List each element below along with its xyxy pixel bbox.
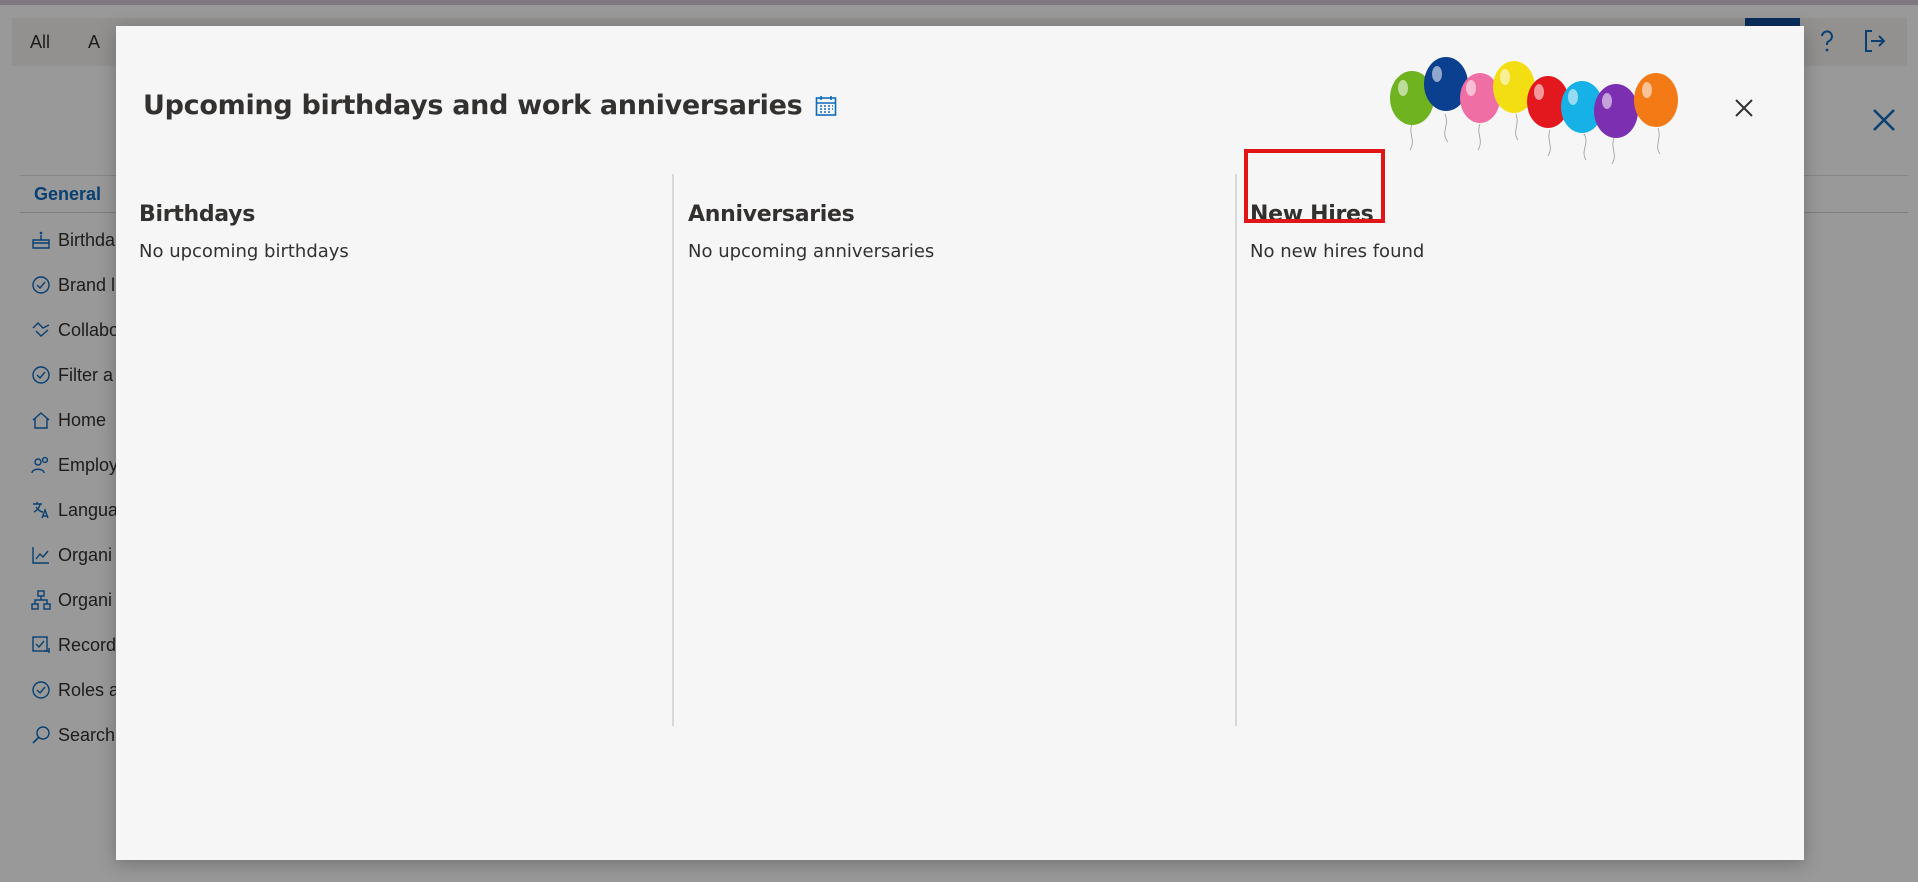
birthdays-modal: Upcoming birthdays and work anniversarie… [116, 26, 1804, 860]
new-hires-column: New Hires No new hires found [1250, 174, 1770, 726]
column-divider [672, 174, 674, 726]
birthdays-empty-message: No upcoming birthdays [139, 241, 349, 262]
birthdays-column: Birthdays No upcoming birthdays [139, 174, 659, 726]
column-divider [1235, 174, 1237, 726]
highlight-box [1244, 149, 1385, 223]
modal-header: Upcoming birthdays and work anniversarie… [143, 90, 838, 121]
anniversaries-heading: Anniversaries [688, 202, 855, 227]
page-title: Upcoming birthdays and work anniversarie… [143, 90, 803, 121]
new-hires-empty-message: No new hires found [1250, 241, 1425, 262]
calendar-icon[interactable] [814, 94, 838, 118]
balloons-decoration [1390, 57, 1678, 165]
birthdays-heading: Birthdays [139, 202, 255, 227]
anniversaries-column: Anniversaries No upcoming anniversaries [688, 174, 1228, 726]
close-icon[interactable] [1728, 92, 1760, 124]
anniversaries-empty-message: No upcoming anniversaries [688, 241, 935, 262]
